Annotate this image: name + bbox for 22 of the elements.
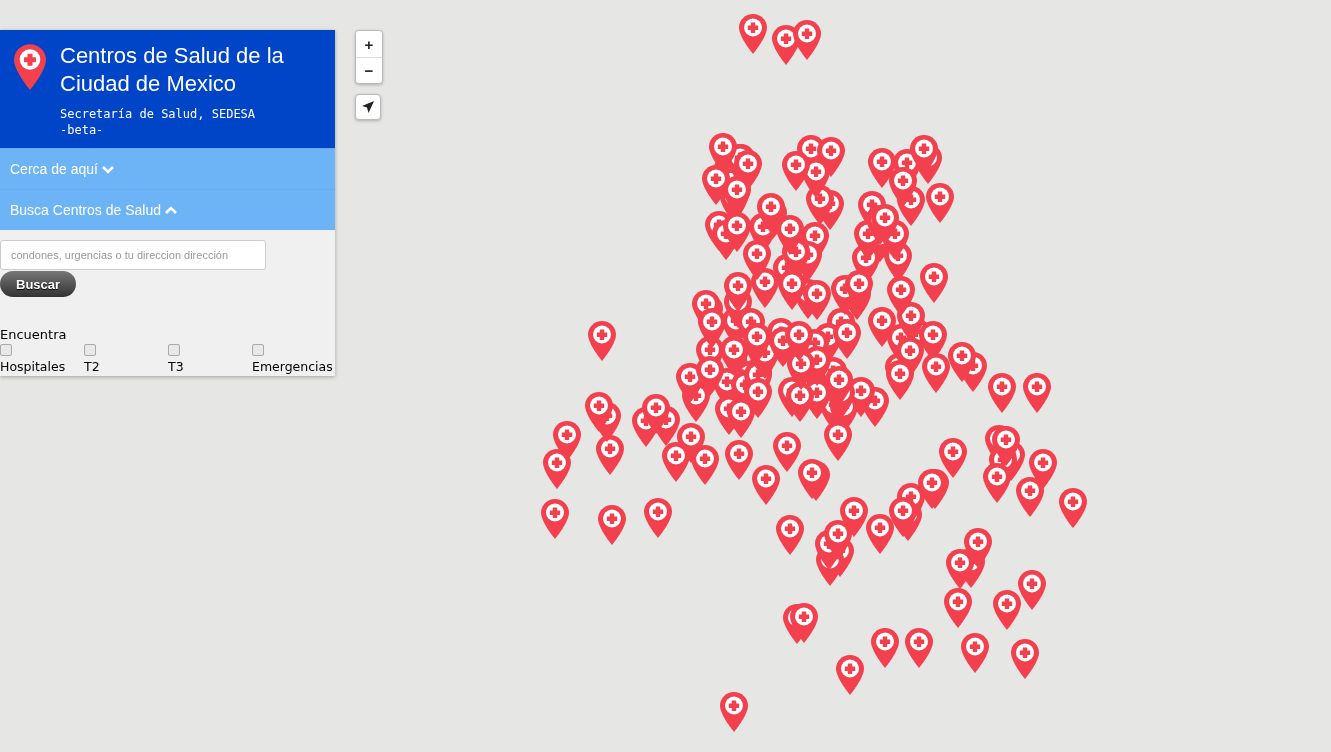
checkbox[interactable] bbox=[252, 344, 264, 356]
checkbox-label[interactable]: Hospitales bbox=[0, 359, 66, 374]
subtitle: Secretaría de Salud, SEDESA bbox=[60, 106, 257, 122]
search-field[interactable]: condones, urgencias o tu direccion dirección bbox=[0, 240, 266, 270]
chevron-down-icon bbox=[101, 164, 114, 174]
map-markers-drawing[interactable] bbox=[541, 14, 1087, 732]
zoom-in-button[interactable]: + bbox=[356, 31, 382, 57]
filter-label: Encuentra bbox=[0, 327, 68, 342]
search-button[interactable]: Buscar bbox=[0, 271, 77, 297]
beta-tag: -beta- bbox=[60, 122, 323, 138]
locate-button[interactable] bbox=[355, 94, 381, 120]
checkbox-label[interactable]: Emergencias bbox=[252, 359, 333, 374]
chevron-up-icon bbox=[165, 205, 177, 215]
checkbox[interactable] bbox=[0, 344, 12, 356]
checkbox[interactable] bbox=[84, 344, 96, 356]
checkbox[interactable] bbox=[168, 344, 180, 356]
health-pin-icon bbox=[14, 44, 46, 90]
app-title: Centros de Salud de la Ciudad de Mexico bbox=[60, 42, 285, 98]
checkbox-label[interactable]: T2 bbox=[84, 359, 100, 374]
zoom-out-button[interactable]: − bbox=[356, 57, 382, 83]
checkbox-label[interactable]: T3 bbox=[168, 359, 184, 374]
navigation-arrow-icon bbox=[361, 100, 375, 114]
